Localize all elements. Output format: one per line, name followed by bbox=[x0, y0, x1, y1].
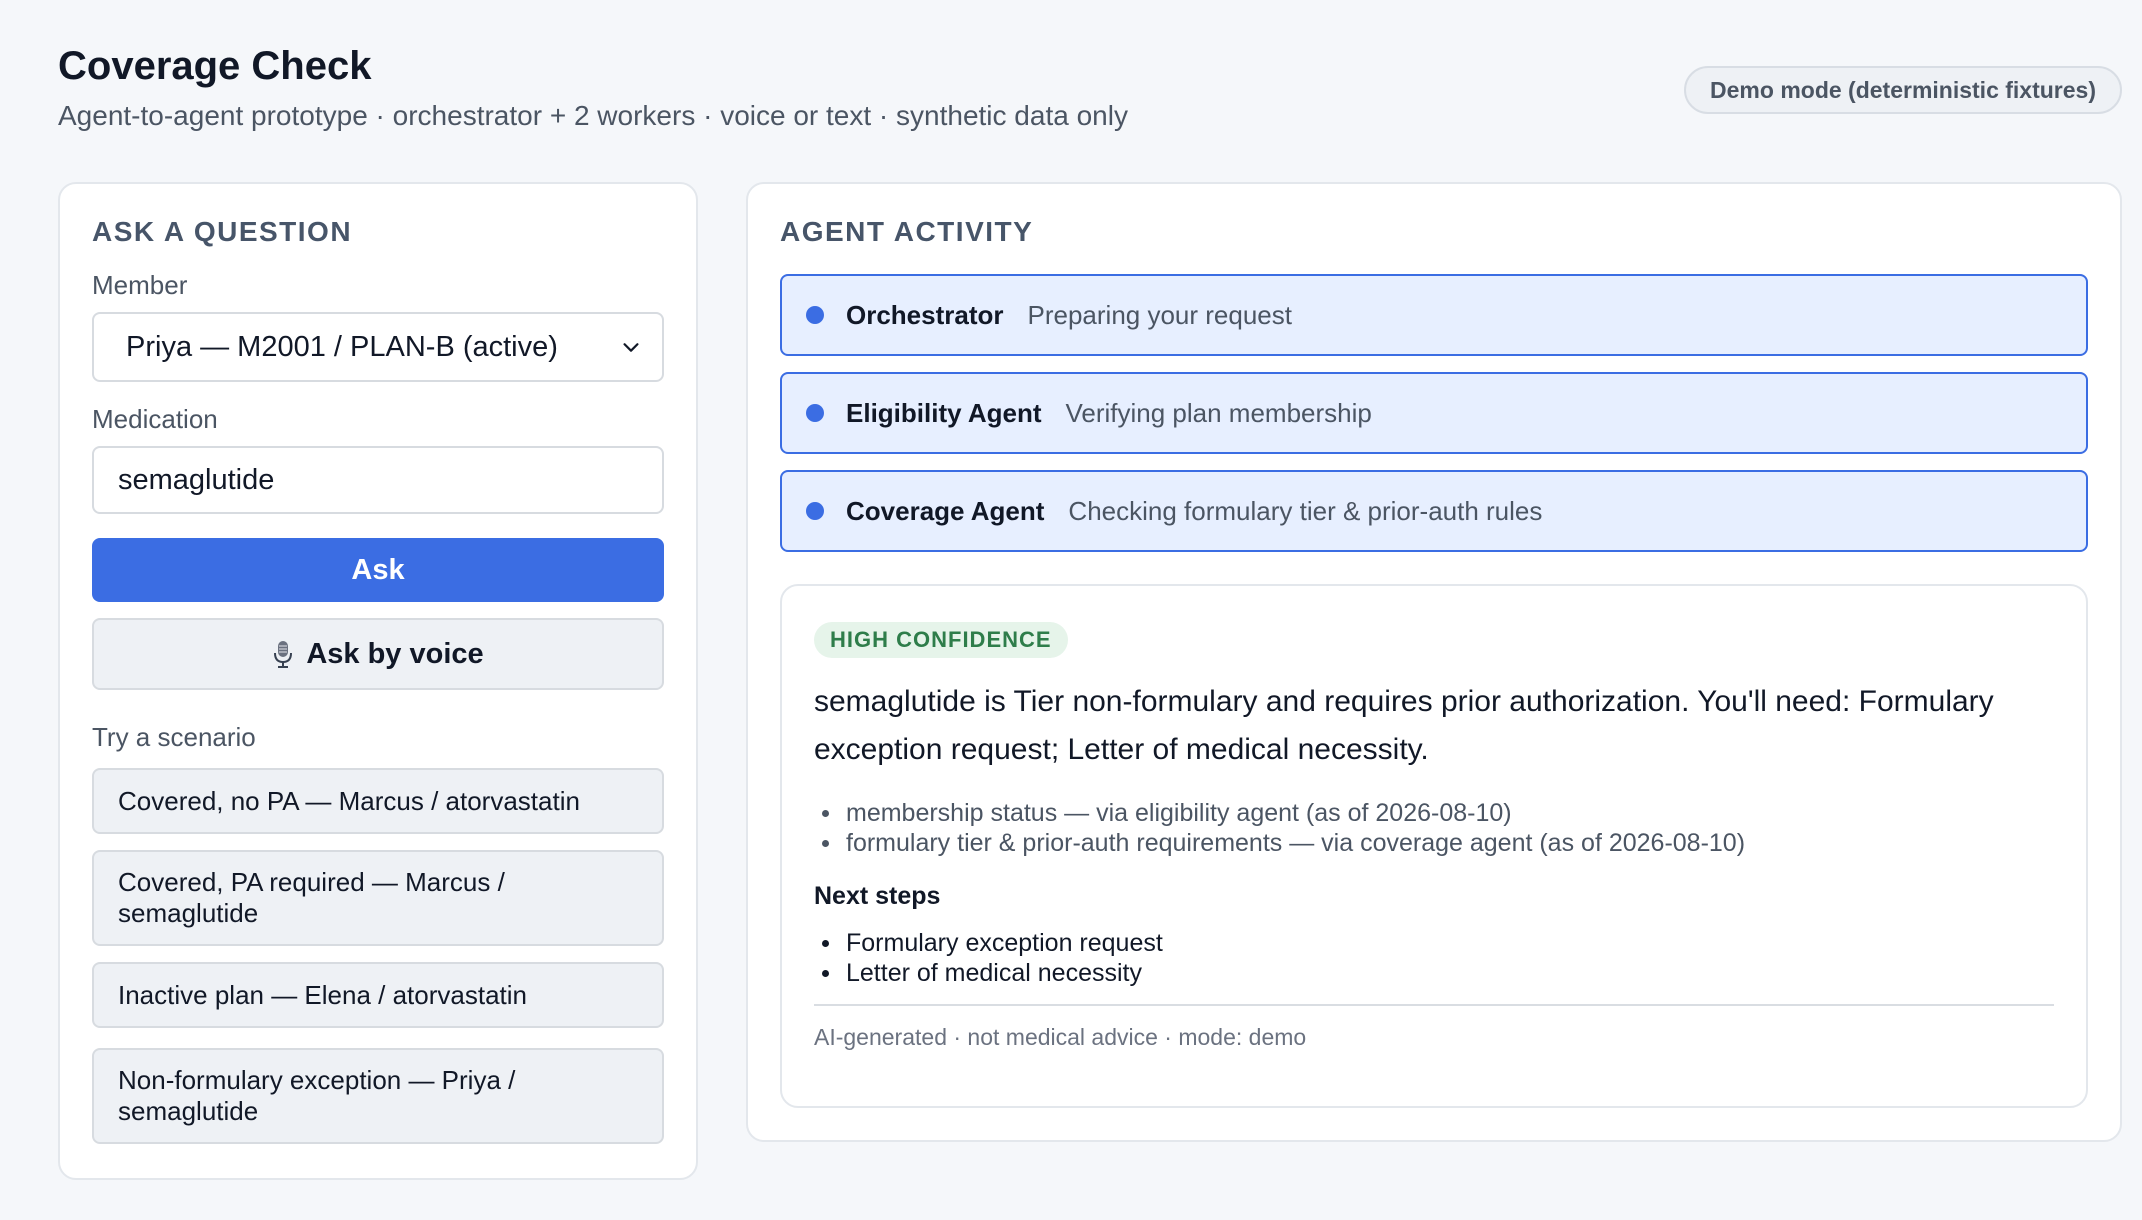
source-list: membership status — via eligibility agen… bbox=[814, 798, 2054, 858]
scenario-label: Non-formulary exception — Priya / semagl… bbox=[118, 1065, 516, 1126]
member-selected-value: Priya — M2001 / PLAN-B (active) bbox=[126, 330, 558, 363]
scenario-label: Covered, no PA — Marcus / atorvastatin bbox=[118, 785, 580, 816]
next-step-item: Letter of medical necessity bbox=[814, 958, 2054, 988]
activity-panel-heading: Agent activity bbox=[780, 216, 1034, 247]
next-steps-heading: Next steps bbox=[814, 882, 941, 910]
agent-row-coverage: Coverage Agent Checking formulary tier &… bbox=[780, 470, 2088, 552]
agent-name: Orchestrator bbox=[846, 299, 1004, 330]
scenario-button[interactable]: Inactive plan — Elena / atorvastatin bbox=[92, 962, 664, 1028]
source-item: formulary tier & prior-auth requirements… bbox=[814, 828, 2054, 858]
member-label: Member bbox=[92, 270, 188, 300]
divider bbox=[814, 1004, 2054, 1006]
page-title: Coverage Check bbox=[58, 44, 372, 88]
microphone-icon bbox=[274, 641, 293, 668]
agent-status: Verifying plan membership bbox=[1065, 397, 1372, 428]
scenario-button[interactable]: Covered, no PA — Marcus / atorvastatin bbox=[92, 768, 664, 834]
scenario-button[interactable]: Covered, PA required — Marcus / semaglut… bbox=[92, 850, 664, 946]
agent-status: Checking formulary tier & prior-auth rul… bbox=[1068, 495, 1543, 526]
scenario-label: Inactive plan — Elena / atorvastatin bbox=[118, 979, 528, 1010]
status-dot-icon bbox=[806, 306, 824, 324]
agent-row-orchestrator: Orchestrator Preparing your request bbox=[780, 274, 2088, 356]
ask-by-voice-button[interactable]: Ask by voice bbox=[92, 618, 664, 690]
answer-text: semaglutide is Tier non-formulary and re… bbox=[814, 685, 1994, 766]
next-step-item: Formulary exception request bbox=[814, 928, 2054, 958]
demo-mode-badge: Demo mode (deterministic fixtures) bbox=[1684, 66, 2122, 114]
agent-name: Eligibility Agent bbox=[846, 397, 1042, 428]
agent-row-eligibility: Eligibility Agent Verifying plan members… bbox=[780, 372, 2088, 454]
answer-footer: AI-generated · not medical advice · mode… bbox=[814, 1024, 1307, 1050]
source-item: membership status — via eligibility agen… bbox=[814, 798, 2054, 828]
ask-panel-heading: Ask a question bbox=[92, 216, 353, 247]
agent-activity-panel: Agent activity Orchestrator Preparing yo… bbox=[746, 182, 2122, 1142]
medication-input[interactable] bbox=[92, 446, 664, 514]
coverage-check-page: Coverage Check Agent-to-agent prototype … bbox=[0, 0, 2142, 1220]
ask-button[interactable]: Ask bbox=[92, 538, 664, 602]
ask-by-voice-label: Ask by voice bbox=[306, 637, 484, 670]
page-subtitle: Agent-to-agent prototype · orchestrator … bbox=[58, 100, 1128, 131]
agent-name: Coverage Agent bbox=[846, 495, 1045, 526]
scenario-button[interactable]: Non-formulary exception — Priya / semagl… bbox=[92, 1048, 664, 1144]
try-scenario-label: Try a scenario bbox=[92, 722, 256, 752]
scenario-label: Covered, PA required — Marcus / semaglut… bbox=[118, 867, 505, 928]
agent-status: Preparing your request bbox=[1027, 299, 1292, 330]
chevron-down-icon bbox=[623, 343, 639, 352]
answer-card: HIGH CONFIDENCE semaglutide is Tier non-… bbox=[780, 584, 2088, 1108]
member-select[interactable]: Priya — M2001 / PLAN-B (active) bbox=[92, 312, 664, 382]
ask-question-panel: Ask a question Member Priya — M2001 / PL… bbox=[58, 182, 698, 1180]
medication-label: Medication bbox=[92, 404, 218, 434]
status-dot-icon bbox=[806, 404, 824, 422]
next-steps-list: Formulary exception request Letter of me… bbox=[814, 928, 2054, 988]
confidence-badge: HIGH CONFIDENCE bbox=[814, 622, 1068, 658]
status-dot-icon bbox=[806, 502, 824, 520]
